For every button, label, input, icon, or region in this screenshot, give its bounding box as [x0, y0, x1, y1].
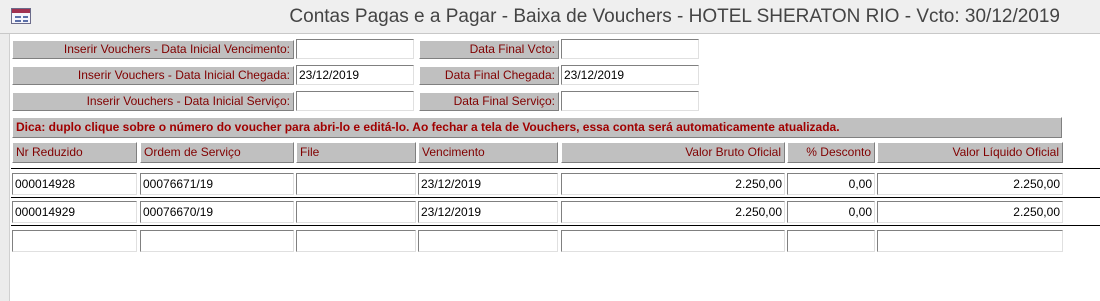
cell-desconto[interactable] — [787, 230, 875, 252]
cell-ordem-servico[interactable] — [140, 230, 294, 252]
cell-desconto[interactable]: 0,00 — [787, 201, 875, 223]
servico-final-label: Data Final Serviço: — [419, 92, 559, 111]
header-vencimento: Vencimento — [418, 142, 558, 163]
tip-banner: Dica: duplo clique sobre o número do vou… — [12, 117, 1062, 138]
title-bar: Contas Pagas e a Pagar - Baixa de Vouche… — [0, 0, 1100, 34]
venc-inicial-label: Inserir Vouchers - Data Inicial Vencimen… — [12, 40, 294, 59]
cell-file[interactable] — [296, 173, 416, 195]
cell-valor-liquido[interactable]: 2.250,00 — [877, 173, 1063, 195]
header-valor-bruto: Valor Bruto Oficial — [561, 142, 785, 163]
cell-vencimento[interactable]: 23/12/2019 — [418, 201, 558, 223]
cell-valor-bruto[interactable]: 2.250,00 — [561, 173, 785, 195]
cell-nr-reduzido[interactable]: 000014929 — [12, 201, 137, 223]
chegada-final-input[interactable]: 23/12/2019 — [561, 65, 699, 85]
venc-final-input[interactable] — [561, 39, 699, 59]
cell-file[interactable] — [296, 201, 416, 223]
chegada-final-label: Data Final Chegada: — [419, 66, 559, 85]
cell-nr-reduzido[interactable]: 000014928 — [12, 173, 137, 195]
row-separator — [11, 197, 1100, 198]
header-file: File — [296, 142, 416, 163]
cell-valor-liquido[interactable] — [877, 230, 1063, 252]
chegada-inicial-label: Inserir Vouchers - Data Inicial Chegada: — [12, 66, 294, 85]
servico-inicial-label: Inserir Vouchers - Data Inicial Serviço: — [12, 92, 294, 111]
record-selector-strip — [0, 34, 10, 301]
cell-ordem-servico[interactable]: 00076670/19 — [140, 201, 294, 223]
venc-final-label: Data Final Vcto: — [419, 40, 559, 59]
venc-inicial-input[interactable] — [296, 39, 414, 59]
header-desconto: % Desconto — [787, 142, 875, 163]
header-ordem-servico: Ordem de Serviço — [140, 142, 294, 163]
cell-valor-liquido[interactable]: 2.250,00 — [877, 201, 1063, 223]
cell-valor-bruto[interactable]: 2.250,00 — [561, 201, 785, 223]
row-separator — [11, 225, 1100, 226]
header-valor-liquido: Valor Líquido Oficial — [877, 142, 1063, 163]
window-title: Contas Pagas e a Pagar - Baixa de Vouche… — [289, 6, 1060, 27]
chegada-inicial-input[interactable]: 23/12/2019 — [296, 65, 414, 85]
form-icon[interactable] — [11, 8, 31, 24]
cell-vencimento[interactable] — [418, 230, 558, 252]
header-nr-reduzido: Nr Reduzido — [12, 142, 137, 163]
cell-vencimento[interactable]: 23/12/2019 — [418, 173, 558, 195]
servico-inicial-input[interactable] — [296, 91, 414, 111]
cell-ordem-servico[interactable]: 00076671/19 — [140, 173, 294, 195]
cell-file[interactable] — [296, 230, 416, 252]
cell-valor-bruto[interactable] — [561, 230, 785, 252]
cell-nr-reduzido[interactable] — [12, 230, 137, 252]
servico-final-input[interactable] — [561, 91, 699, 111]
cell-desconto[interactable]: 0,00 — [787, 173, 875, 195]
row-separator — [11, 168, 1100, 169]
